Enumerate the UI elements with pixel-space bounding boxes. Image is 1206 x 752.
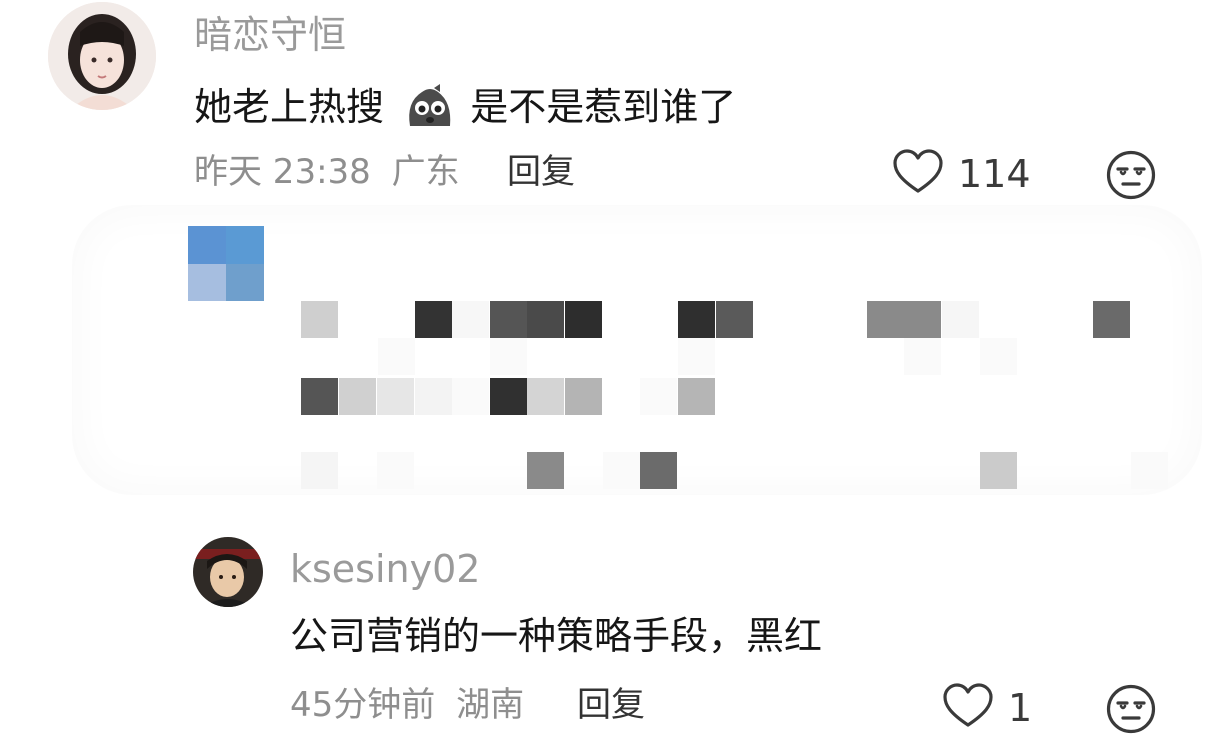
unamused-face-icon bbox=[1106, 684, 1156, 738]
avatar[interactable] bbox=[193, 537, 263, 607]
avatar-image-icon bbox=[193, 537, 263, 607]
reply-button[interactable]: 回复 bbox=[577, 688, 645, 722]
like-count: 1 bbox=[1008, 686, 1033, 730]
username[interactable]: ksesiny02 bbox=[290, 550, 480, 588]
heart-icon bbox=[942, 683, 994, 733]
dislike-button[interactable] bbox=[1106, 684, 1156, 738]
comment-meta: 45分钟前 湖南 bbox=[290, 688, 524, 722]
location: 湖南 bbox=[456, 685, 525, 725]
like-button[interactable]: 1 bbox=[942, 683, 1033, 733]
timestamp: 45分钟前 bbox=[290, 685, 436, 725]
comment-text: 公司营销的一种策略手段，黑红 bbox=[290, 614, 823, 658]
